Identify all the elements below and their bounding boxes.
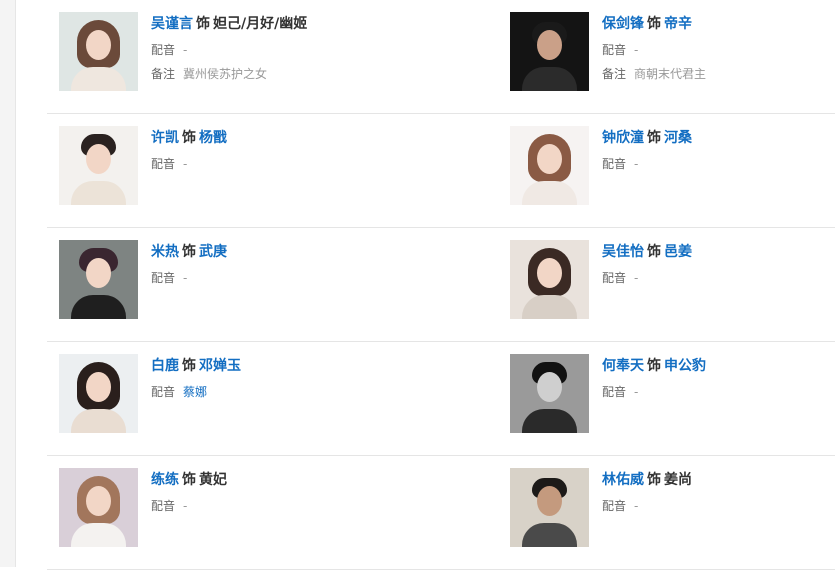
voice-line: 配音 -	[602, 156, 835, 172]
role-name-link[interactable]: 邑姜	[664, 244, 692, 260]
actor-photo[interactable]	[59, 354, 138, 433]
cast-name-line: 许凯饰杨戬	[151, 128, 491, 148]
role-name: 妲己/月好/幽姬	[213, 16, 308, 32]
as-separator: 饰	[182, 358, 196, 374]
voice-label: 配音	[151, 43, 176, 57]
cast-row: 米热饰武庚 配音 - 吴佳怡饰邑姜 配音 -	[47, 228, 835, 342]
cast-name-line: 保剑锋饰帝辛	[602, 14, 835, 34]
voice-line: 配音 -	[602, 42, 835, 58]
voice-line: 配音 -	[151, 498, 491, 514]
role-name-link[interactable]: 帝辛	[664, 16, 692, 32]
cast-name-line: 何奉天饰申公豹	[602, 356, 835, 376]
role-name: 姜尚	[664, 472, 692, 488]
voice-label: 配音	[602, 271, 627, 285]
note-line: 备注 冀州侯苏护之女	[151, 66, 491, 82]
voice-value: -	[634, 499, 639, 513]
note-line: 备注 商朝末代君主	[602, 66, 835, 82]
note-label: 备注	[151, 67, 176, 81]
voice-value: -	[183, 499, 188, 513]
cast-name-line: 吴佳怡饰邑姜	[602, 242, 835, 262]
voice-line: 配音 -	[602, 270, 835, 286]
cast-row: 白鹿饰邓婵玉 配音 蔡娜 何奉天饰申公豹 配音 -	[47, 342, 835, 456]
cast-row: 吴谨言饰妲己/月好/幽姬 配音 - 备注 冀州侯苏护之女 保剑锋饰帝辛 配音 - 备注…	[47, 0, 835, 114]
cast-name-line: 吴谨言饰妲己/月好/幽姬	[151, 14, 491, 34]
actor-photo[interactable]	[510, 240, 589, 319]
role-name-link[interactable]: 河桑	[664, 130, 692, 146]
actor-photo[interactable]	[510, 126, 589, 205]
voice-value: -	[634, 271, 639, 285]
actor-name-link[interactable]: 钟欣潼	[602, 130, 644, 146]
cast-row: 练练饰黄妃 配音 - 林佑威饰姜尚 配音 -	[47, 456, 835, 570]
voice-label: 配音	[151, 499, 176, 513]
role-name-link[interactable]: 武庚	[199, 244, 227, 260]
voice-line: 配音 -	[151, 156, 491, 172]
voice-label: 配音	[602, 385, 627, 399]
actor-name-link[interactable]: 保剑锋	[602, 16, 644, 32]
as-separator: 饰	[647, 244, 661, 260]
actor-name-link[interactable]: 林佑威	[602, 472, 644, 488]
voice-label: 配音	[151, 385, 176, 399]
voice-label: 配音	[602, 43, 627, 57]
note-label: 备注	[602, 67, 627, 81]
actor-name-link[interactable]: 练练	[151, 472, 179, 488]
cast-name-line: 钟欣潼饰河桑	[602, 128, 835, 148]
voice-value: -	[183, 157, 188, 171]
as-separator: 饰	[647, 358, 661, 374]
voice-label: 配音	[602, 157, 627, 171]
actor-name-link[interactable]: 米热	[151, 244, 179, 260]
voice-line: 配音 -	[602, 384, 835, 400]
as-separator: 饰	[196, 16, 210, 32]
actor-name-link[interactable]: 白鹿	[151, 358, 179, 374]
as-separator: 饰	[182, 130, 196, 146]
as-separator: 饰	[182, 244, 196, 260]
voice-value: -	[634, 43, 639, 57]
cast-name-line: 林佑威饰姜尚	[602, 470, 835, 490]
role-name-link[interactable]: 申公豹	[664, 358, 706, 374]
role-name: 黄妃	[199, 472, 227, 488]
as-separator: 饰	[647, 16, 661, 32]
cast-name-line: 米热饰武庚	[151, 242, 491, 262]
actor-photo[interactable]	[59, 468, 138, 547]
voice-line: 配音 -	[151, 270, 491, 286]
cast-name-line: 白鹿饰邓婵玉	[151, 356, 491, 376]
voice-line: 配音 -	[602, 498, 835, 514]
note-value: 商朝末代君主	[634, 67, 707, 81]
voice-line: 配音 蔡娜	[151, 384, 491, 400]
note-value: 冀州侯苏护之女	[183, 67, 268, 81]
voice-label: 配音	[151, 271, 176, 285]
voice-value: -	[183, 271, 188, 285]
actor-name-link[interactable]: 吴佳怡	[602, 244, 644, 260]
cast-list: 吴谨言饰妲己/月好/幽姬 配音 - 备注 冀州侯苏护之女 保剑锋饰帝辛 配音 - 备注…	[47, 0, 835, 570]
voice-value: -	[634, 157, 639, 171]
actor-photo[interactable]	[59, 12, 138, 91]
actor-name-link[interactable]: 吴谨言	[151, 16, 193, 32]
actor-photo[interactable]	[510, 354, 589, 433]
as-separator: 饰	[182, 472, 196, 488]
voice-value: -	[183, 43, 188, 57]
actor-photo[interactable]	[510, 468, 589, 547]
actor-name-link[interactable]: 许凯	[151, 130, 179, 146]
actor-name-link[interactable]: 何奉天	[602, 358, 644, 374]
voice-actor-link[interactable]: 蔡娜	[183, 385, 207, 399]
voice-label: 配音	[151, 157, 176, 171]
role-name-link[interactable]: 邓婵玉	[199, 358, 241, 374]
left-sidebar-strip	[0, 0, 16, 567]
voice-label: 配音	[602, 499, 627, 513]
voice-line: 配音 -	[151, 42, 491, 58]
as-separator: 饰	[647, 130, 661, 146]
as-separator: 饰	[647, 472, 661, 488]
actor-photo[interactable]	[59, 240, 138, 319]
cast-row: 许凯饰杨戬 配音 - 钟欣潼饰河桑 配音 -	[47, 114, 835, 228]
voice-value: -	[634, 385, 639, 399]
actor-photo[interactable]	[59, 126, 138, 205]
actor-photo[interactable]	[510, 12, 589, 91]
cast-name-line: 练练饰黄妃	[151, 470, 491, 490]
role-name-link[interactable]: 杨戬	[199, 130, 227, 146]
